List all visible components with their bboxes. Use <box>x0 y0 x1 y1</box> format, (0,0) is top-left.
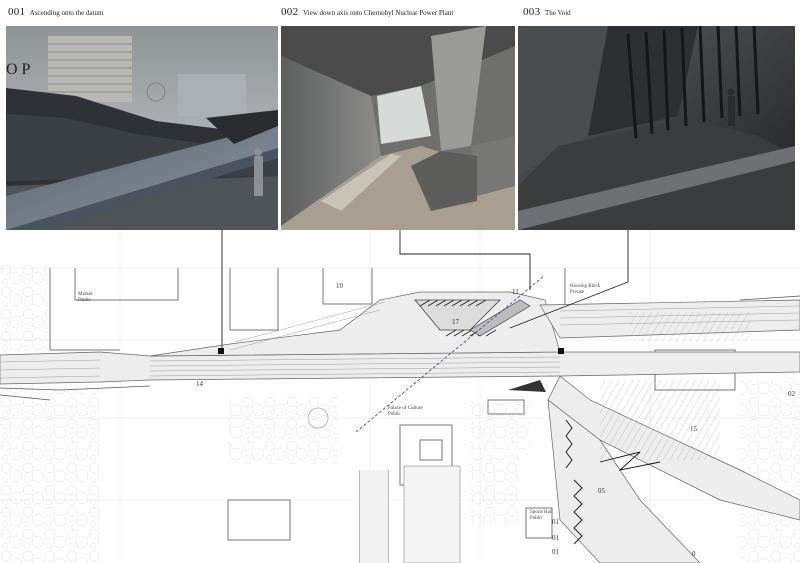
label-text: Public <box>388 412 401 417</box>
panel-number: 003 <box>523 6 541 18</box>
plan-number: 01 <box>552 534 559 542</box>
plan-number: 17 <box>452 318 459 326</box>
panel-number: 001 <box>8 6 26 18</box>
plan-number: 10 <box>336 282 343 290</box>
render-ascending-datum: O P <box>6 26 278 230</box>
label-text: Private <box>570 290 585 295</box>
label-text: Public <box>78 298 91 303</box>
label-palace: Palace of Culture Public <box>388 406 423 418</box>
plan-number: 0 <box>692 550 696 558</box>
plan-number: 15 <box>690 425 697 433</box>
overlay-letters: O P <box>6 61 31 78</box>
panel-caption-3: 003 The Void <box>523 6 571 18</box>
label-text: Public <box>530 516 543 521</box>
plan-number: 05 <box>598 487 605 495</box>
panel-title: The Void <box>545 9 571 17</box>
label-housing: Housing Block Private <box>570 284 600 296</box>
panel-caption-1: 001 Ascending onto the datum <box>8 6 103 18</box>
plan-number: 14 <box>196 380 203 388</box>
plan-number: 02 <box>788 390 795 398</box>
render-axis-view <box>281 26 515 230</box>
panel-title: View down axis onto Chernobyl Nuclear Po… <box>303 9 454 17</box>
render-the-void <box>518 26 795 230</box>
panel-number: 002 <box>281 6 299 18</box>
panel-title: Ascending onto the datum <box>29 9 104 17</box>
plan-number: 01 <box>552 548 559 556</box>
plan-number: 01 <box>552 518 559 526</box>
site-plan <box>0 230 800 563</box>
plan-number: 11 <box>512 288 519 296</box>
panel-caption-2: 002 View down axis onto Chernobyl Nuclea… <box>281 6 453 18</box>
label-market: Market Public <box>78 292 92 304</box>
label-sports: Sports Hall Public <box>530 510 553 522</box>
